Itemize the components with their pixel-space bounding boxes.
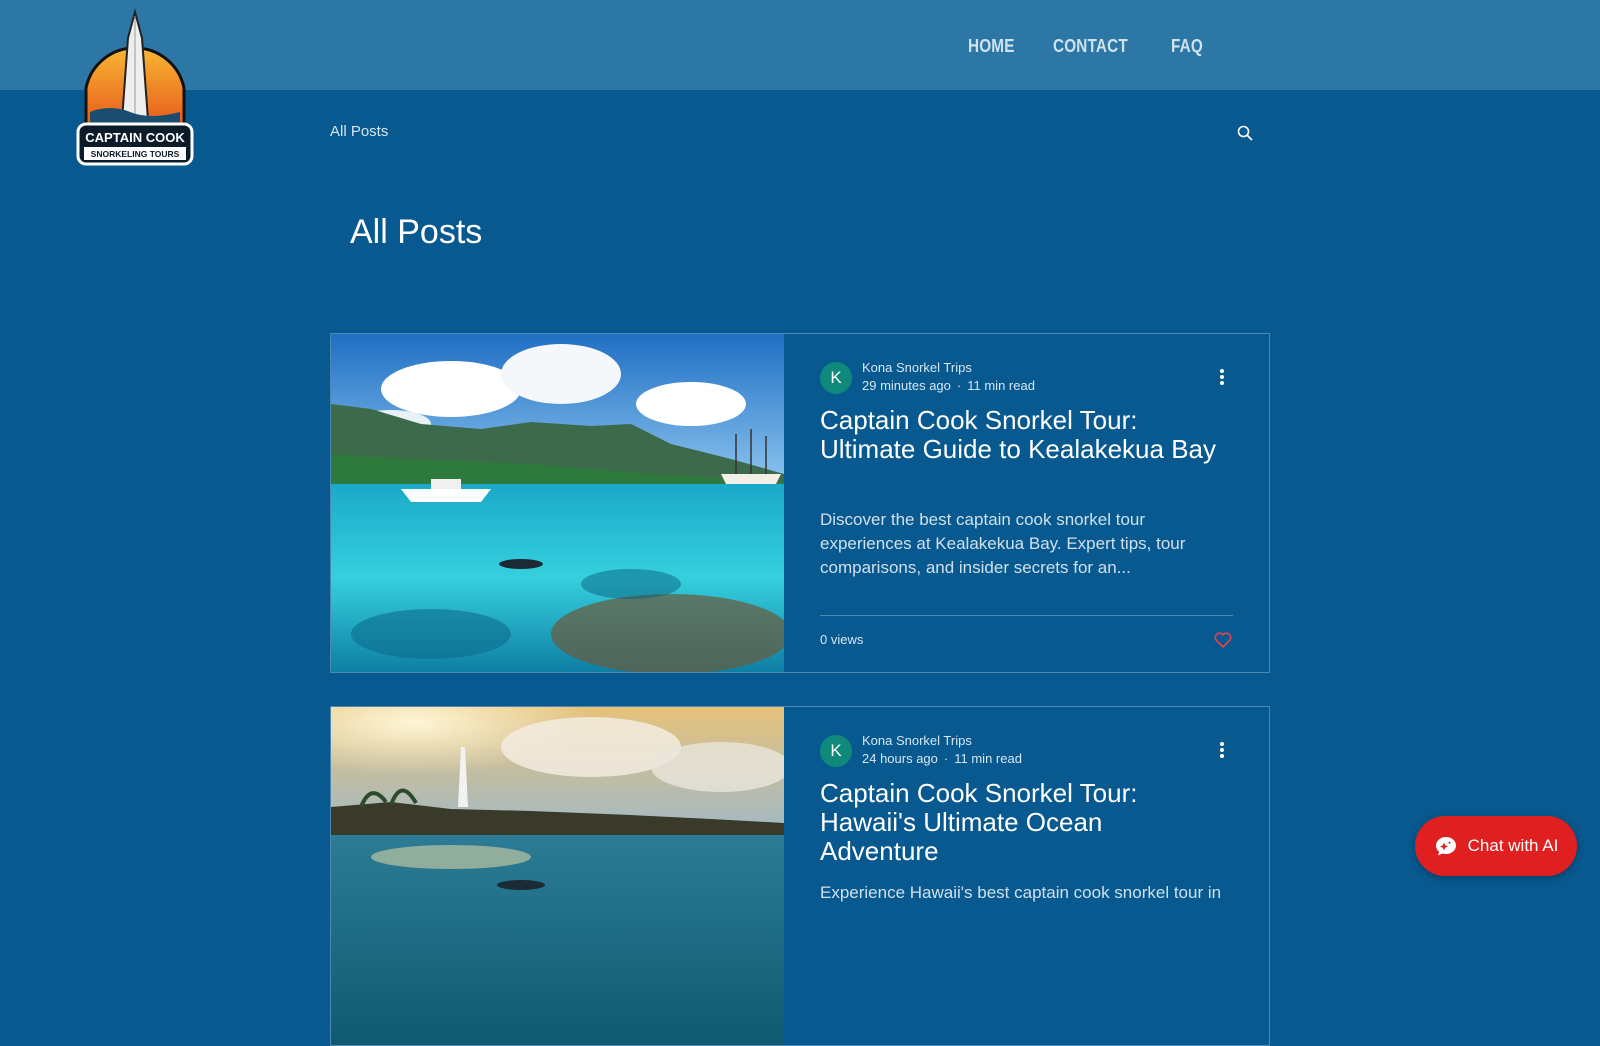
- author-avatar[interactable]: K: [820, 735, 852, 767]
- main-nav: HOME CONTACT FAQ: [968, 36, 1208, 57]
- chat-bubble-icon: [1435, 837, 1456, 856]
- meta-separator: ·: [943, 751, 949, 766]
- post-meta: 29 minutes ago · 11 min read: [862, 378, 1035, 393]
- post-body: K Kona Snorkel Trips 29 minutes ago · 11 m…: [820, 334, 1233, 672]
- captain-cook-logo[interactable]: CAPTAIN COOK SNORKELING TOURS: [76, 8, 194, 168]
- read-time: 11 min read: [967, 378, 1035, 393]
- nav-faq-link[interactable]: FAQ: [1171, 36, 1203, 57]
- search-icon[interactable]: [1236, 124, 1254, 142]
- page-title: All Posts: [350, 213, 483, 251]
- site-header: [0, 0, 1600, 90]
- more-options-icon[interactable]: [1211, 739, 1233, 761]
- svg-text:CAPTAIN COOK: CAPTAIN COOK: [85, 130, 185, 145]
- post-cover-image[interactable]: [331, 334, 784, 672]
- post-body: K Kona Snorkel Trips 24 hours ago · 11 min…: [820, 707, 1233, 1045]
- nav-contact-link[interactable]: CONTACT: [1053, 36, 1128, 57]
- blog-nav-all-posts[interactable]: All Posts: [330, 123, 388, 140]
- read-time: 11 min read: [954, 751, 1022, 766]
- post-excerpt: Experience Hawaii's best captain cook sn…: [820, 883, 1222, 902]
- author-name[interactable]: Kona Snorkel Trips: [862, 733, 972, 748]
- post-meta: 24 hours ago · 11 min read: [862, 751, 1022, 766]
- author-name[interactable]: Kona Snorkel Trips: [862, 360, 972, 375]
- post-time: 24 hours ago: [862, 751, 938, 766]
- post-card[interactable]: K Kona Snorkel Trips 24 hours ago · 11 min…: [330, 706, 1270, 1046]
- divider: [820, 615, 1233, 616]
- post-time: 29 minutes ago: [862, 378, 951, 393]
- post-card[interactable]: K Kona Snorkel Trips 29 minutes ago · 11 m…: [330, 333, 1270, 673]
- nav-home-link[interactable]: HOME: [968, 36, 1015, 57]
- view-count: 0 views: [820, 632, 864, 647]
- author-avatar[interactable]: K: [820, 362, 852, 394]
- post-title[interactable]: Captain Cook Snorkel Tour: Hawaii's Ulti…: [820, 779, 1220, 866]
- more-options-icon[interactable]: [1211, 366, 1233, 388]
- chat-with-ai-button[interactable]: Chat with AI: [1415, 816, 1577, 876]
- post-title[interactable]: Captain Cook Snorkel Tour: Ultimate Guid…: [820, 406, 1220, 464]
- heart-icon[interactable]: [1213, 630, 1233, 650]
- svg-text:SNORKELING TOURS: SNORKELING TOURS: [91, 149, 180, 159]
- chat-button-label: Chat with AI: [1467, 836, 1559, 855]
- post-cover-image[interactable]: [331, 707, 784, 1045]
- post-excerpt: Discover the best captain cook snorkel t…: [820, 510, 1186, 577]
- meta-separator: ·: [956, 378, 962, 393]
